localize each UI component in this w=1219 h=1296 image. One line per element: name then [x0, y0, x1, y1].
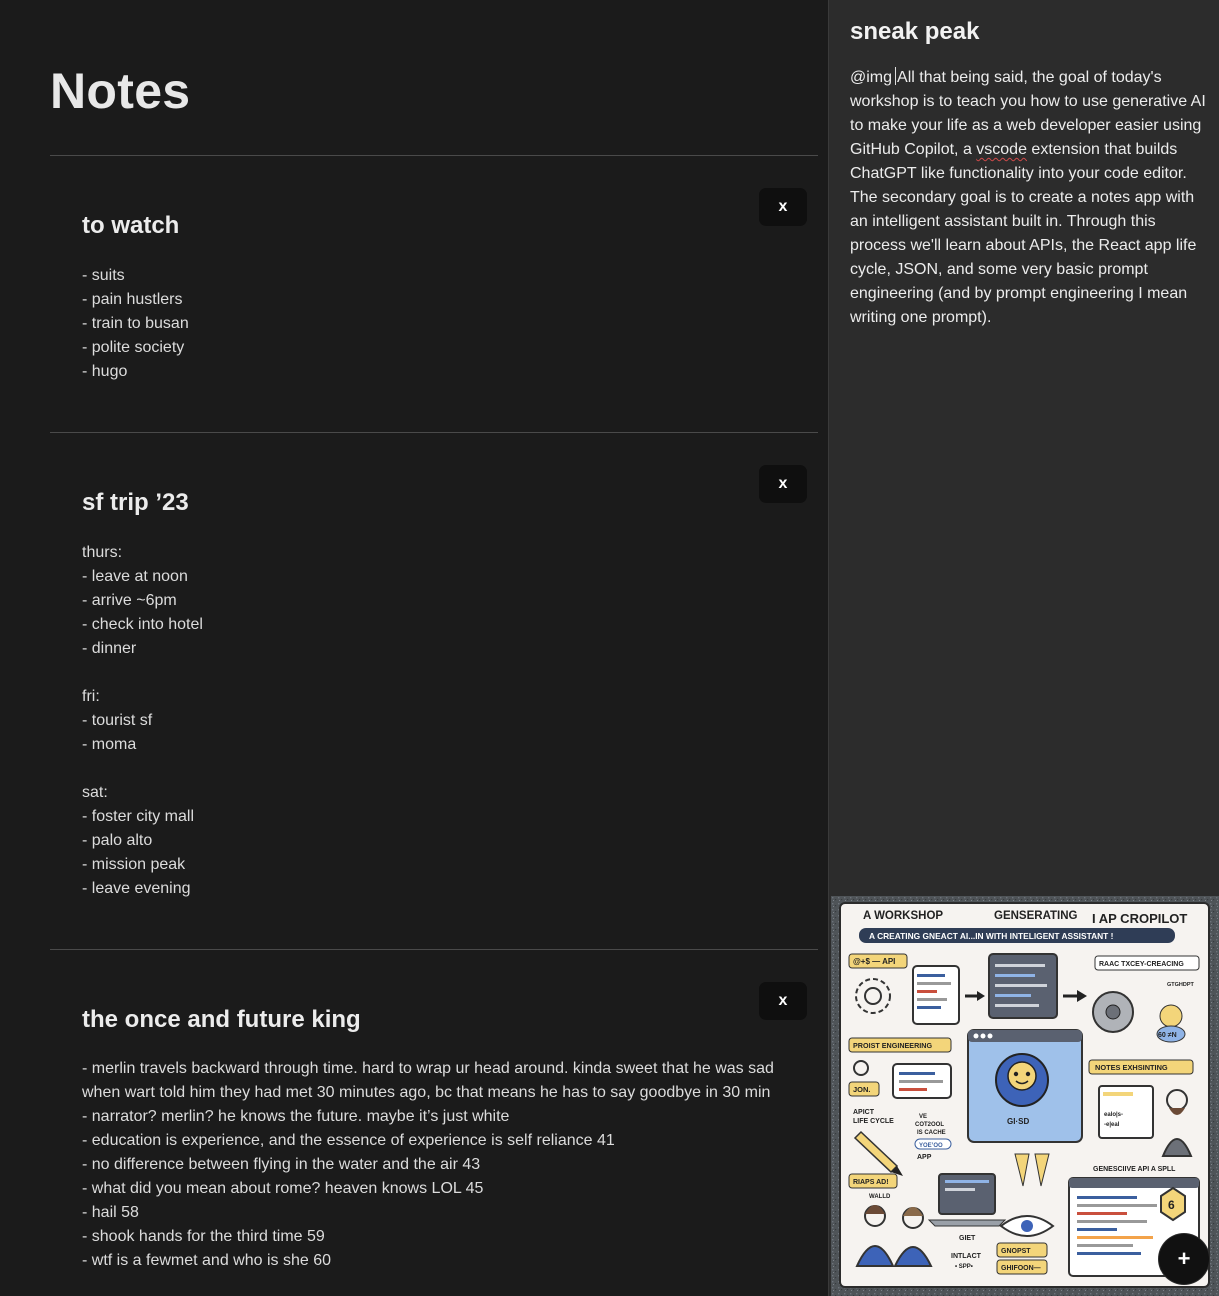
- svg-text:VE: VE: [919, 1114, 927, 1120]
- svg-text:60 ≠N: 60 ≠N: [1158, 1032, 1177, 1039]
- illus-banner: A CREATING GNEACT AI...IN WITH INTELIGEN…: [869, 931, 1113, 941]
- illus-header-left: A WORKSHOP: [863, 910, 943, 922]
- svg-text:PROIST ENGINEERING: PROIST ENGINEERING: [853, 1041, 932, 1050]
- note-card: the once and future king - merlin travel…: [50, 950, 818, 1296]
- illus-header-right: I AP CROPILOT: [1092, 911, 1187, 926]
- delete-note-button[interactable]: x: [759, 465, 807, 503]
- svg-text:GNOPST: GNOPST: [1001, 1248, 1031, 1255]
- svg-text:COT2OOL: COT2OOL: [915, 1122, 944, 1128]
- svg-text:ealo|s-: ealo|s-: [1104, 1112, 1123, 1118]
- text-caret: [895, 67, 897, 85]
- note-body: thurs: - leave at noon - arrive ~6pm - c…: [82, 544, 203, 897]
- svg-text:IS CACHE: IS CACHE: [917, 1130, 946, 1136]
- add-note-button[interactable]: +: [1159, 1234, 1209, 1284]
- note-title: to watch: [82, 212, 180, 239]
- svg-text:NOTES EXHSINTING: NOTES EXHSINTING: [1095, 1063, 1168, 1072]
- note-title: sf trip ’23: [82, 489, 189, 516]
- svg-text:GENESCIIVE API A SPLL: GENESCIIVE API A SPLL: [1093, 1166, 1176, 1173]
- svg-text:WALLD: WALLD: [869, 1194, 891, 1200]
- illustration-image: A WORKSHOP GENSERATING I AP CROPILOT A C…: [831, 896, 1219, 1296]
- note-body: - merlin travels backward through time. …: [82, 1060, 774, 1269]
- svg-text:APP: APP: [917, 1154, 932, 1161]
- svg-text:YOE’OO: YOE’OO: [919, 1143, 943, 1149]
- svg-text:@+$ — API: @+$ — API: [853, 957, 895, 966]
- notes-app: Notes to watch - suits - pain hustlers -…: [0, 0, 1219, 1296]
- svg-text:6: 6: [1168, 1198, 1175, 1212]
- svg-text:GI·SD: GI·SD: [1007, 1117, 1029, 1126]
- illus-header-mid: GENSERATING: [994, 910, 1078, 922]
- misspelled-word: vscode: [976, 141, 1027, 158]
- svg-text:-e|eal: -e|eal: [1104, 1122, 1120, 1128]
- delete-note-button[interactable]: x: [759, 982, 807, 1020]
- note-card: sf trip ’23 thurs: - leave at noon - arr…: [50, 433, 818, 949]
- preview-text-after: extension that builds ChatGPT like funct…: [850, 141, 1197, 326]
- svg-text:GHIFOON—: GHIFOON—: [1001, 1265, 1041, 1272]
- note-title: the once and future king: [82, 1006, 361, 1033]
- svg-text:APICT: APICT: [853, 1109, 875, 1116]
- svg-text:RAAC TXCEY-CREACING: RAAC TXCEY-CREACING: [1099, 961, 1184, 968]
- page-title: Notes: [50, 63, 191, 119]
- img-command: @img: [850, 69, 893, 86]
- preview-pane: sneak peak @img All that being said, the …: [828, 0, 1219, 1296]
- notes-pane: Notes to watch - suits - pain hustlers -…: [0, 0, 828, 1296]
- svg-text:GIET: GIET: [959, 1235, 976, 1242]
- svg-text:RIAPS AD!: RIAPS AD!: [853, 1179, 889, 1186]
- preview-title: sneak peak: [850, 18, 980, 45]
- preview-editor[interactable]: @img All that being said, the goal of tod…: [850, 66, 1206, 330]
- svg-text:GTGHDPT: GTGHDPT: [1167, 982, 1195, 988]
- delete-note-button[interactable]: x: [759, 188, 807, 226]
- svg-text:LIFE CYCLE: LIFE CYCLE: [853, 1118, 894, 1125]
- svg-text:JON.: JON.: [853, 1085, 871, 1094]
- note-card: to watch - suits - pain hustlers - train…: [50, 156, 818, 432]
- svg-text:• SPP•: • SPP•: [955, 1264, 973, 1270]
- note-body: - suits - pain hustlers - train to busan…: [82, 267, 189, 380]
- generated-illustration: A WORKSHOP GENSERATING I AP CROPILOT A C…: [831, 896, 1219, 1296]
- svg-text:INTLACT: INTLACT: [951, 1253, 982, 1260]
